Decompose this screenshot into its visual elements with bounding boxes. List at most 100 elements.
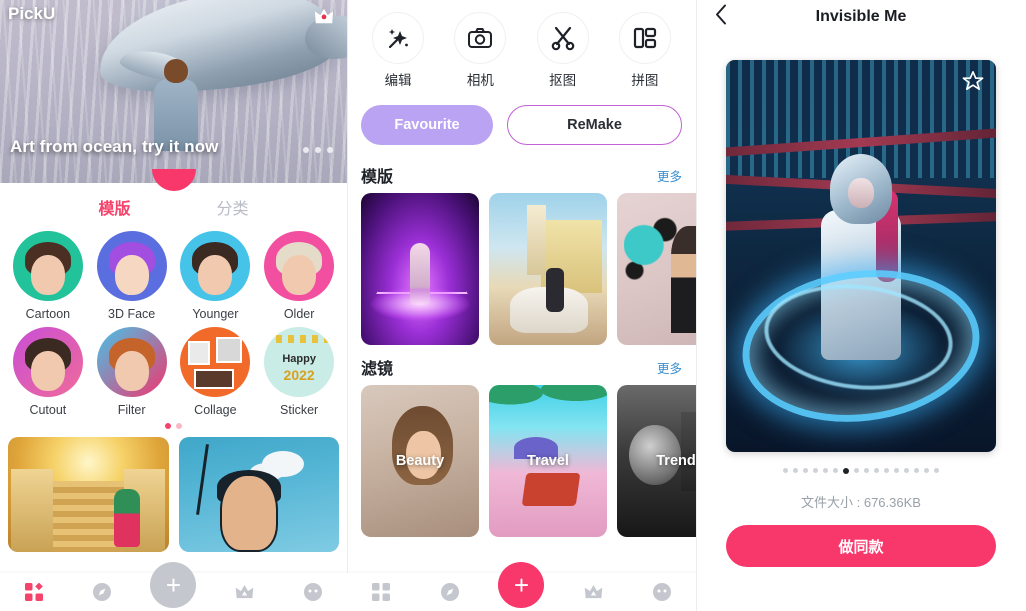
tool-camera[interactable]: 相机 xyxy=(447,12,513,89)
category-row: Cutout Filter Collage Happy 2022 Sticker xyxy=(6,327,341,417)
category-filter[interactable]: Filter xyxy=(94,327,170,417)
template-card-splash-portrait[interactable] xyxy=(617,193,696,345)
preview-image[interactable] xyxy=(726,60,996,452)
nav-compass-icon[interactable] xyxy=(430,577,470,607)
preview-dot[interactable] xyxy=(864,468,869,473)
filter-label: Travel xyxy=(527,453,569,469)
panel-discover-screen: 编辑 相机 抠图 拼图 Favourite ReMake 模版 更多 滤镜 更多… xyxy=(347,0,696,611)
preview-dot[interactable] xyxy=(924,468,929,473)
collage-grid-icon xyxy=(618,12,671,64)
category-collage[interactable]: Collage xyxy=(177,327,253,417)
preview-dot[interactable] xyxy=(874,468,879,473)
panel-detail-screen: Invisible Me 文件大小: 676.36KB 做同款 xyxy=(696,0,1026,611)
remake-button[interactable]: ReMake xyxy=(507,105,682,145)
nav-crown-icon[interactable] xyxy=(225,577,265,607)
template-card-neon-triangle[interactable] xyxy=(361,193,479,345)
favourite-button[interactable]: Favourite xyxy=(361,105,493,145)
category-thumb xyxy=(12,327,83,397)
preview-carousel-dots[interactable] xyxy=(726,468,996,474)
preview-dot[interactable] xyxy=(793,468,798,473)
category-grid: Cartoon 3D Face Younger Older Cutout Fil… xyxy=(0,227,347,429)
nav-grid-icon[interactable] xyxy=(14,577,54,607)
screenshot-stage: PickU Art from ocean, try it now 模版 分类 C… xyxy=(0,0,1026,611)
category-cartoon[interactable]: Cartoon xyxy=(10,231,86,321)
category-label: Collage xyxy=(194,403,237,417)
preview-dot[interactable] xyxy=(813,468,818,473)
preview-dot[interactable] xyxy=(783,468,788,473)
section-more-link[interactable]: 更多 xyxy=(657,166,682,185)
tool-label: 抠图 xyxy=(549,73,577,88)
tab-categories[interactable]: 分类 xyxy=(217,195,249,219)
tool-cutout[interactable]: 抠图 xyxy=(530,12,596,89)
tab-templates[interactable]: 模版 xyxy=(98,195,130,219)
template-card-cuba-car[interactable] xyxy=(489,193,607,345)
page-dot[interactable] xyxy=(176,423,182,429)
crown-icon[interactable] xyxy=(313,6,335,26)
category-older[interactable]: Older xyxy=(261,231,337,321)
promo-card-stairs-temple[interactable] xyxy=(8,437,169,552)
nav-grid-icon[interactable] xyxy=(361,577,401,607)
tool-collage[interactable]: 拼图 xyxy=(612,12,678,89)
nav-crown-icon[interactable] xyxy=(573,577,613,607)
category-thumb xyxy=(96,327,167,397)
nav-smiley-icon[interactable] xyxy=(293,577,333,607)
category-label: Cutout xyxy=(29,403,67,417)
section-more-link[interactable]: 更多 xyxy=(657,358,682,377)
filter-card-trend[interactable]: Trend xyxy=(617,385,696,537)
category-label: Sticker xyxy=(280,403,319,417)
promo-card-comic-portrait[interactable] xyxy=(178,437,339,552)
preview-dot[interactable] xyxy=(823,468,828,473)
preview-dot[interactable] xyxy=(934,468,939,473)
nav-smiley-icon[interactable] xyxy=(642,577,682,607)
section-header-filters: 滤镜 更多 xyxy=(347,345,696,385)
filter-label: Beauty xyxy=(395,453,445,469)
nav-plus-fab[interactable]: + xyxy=(498,562,545,608)
banner-dot[interactable] xyxy=(315,147,321,153)
plus-icon: + xyxy=(513,570,530,600)
category-thumb xyxy=(180,327,251,397)
camera-icon xyxy=(454,12,507,64)
filter-card-travel[interactable]: Travel xyxy=(489,385,607,537)
filter-card-beauty[interactable]: Beauty xyxy=(361,385,479,537)
preview-dot[interactable] xyxy=(904,468,909,473)
panel-divider xyxy=(347,0,348,611)
panel-home-screen: PickU Art from ocean, try it now 模版 分类 C… xyxy=(0,0,347,611)
banner-dot[interactable] xyxy=(327,147,333,153)
plus-icon: + xyxy=(165,570,182,600)
filter-label: Trend xyxy=(656,453,696,469)
banner-dot[interactable] xyxy=(303,147,309,153)
magic-wand-icon xyxy=(372,12,425,64)
preview-dot[interactable] xyxy=(884,468,889,473)
category-younger[interactable]: Younger xyxy=(177,231,253,321)
star-outline-icon[interactable] xyxy=(962,70,984,96)
chevron-left-icon[interactable] xyxy=(714,4,728,31)
banner-title: Art from ocean, try it now xyxy=(10,137,219,156)
preview-dot[interactable] xyxy=(833,468,838,473)
preview-dot[interactable] xyxy=(914,468,919,473)
tool-row: 编辑 相机 抠图 拼图 xyxy=(347,0,696,93)
preview-dot[interactable] xyxy=(854,468,859,473)
category-cutout[interactable]: Cutout xyxy=(10,327,86,417)
hero-banner[interactable]: PickU Art from ocean, try it now xyxy=(0,0,347,183)
template-card-row xyxy=(347,193,696,345)
promo-row xyxy=(0,429,347,552)
banner-carousel-dots[interactable] xyxy=(303,147,333,153)
category-row: Cartoon 3D Face Younger Older xyxy=(6,231,341,321)
tool-edit[interactable]: 编辑 xyxy=(365,12,431,89)
category-label: Filter xyxy=(117,403,146,417)
page-dot[interactable] xyxy=(165,423,171,429)
section-title: 模版 xyxy=(361,169,394,186)
category-thumb xyxy=(12,231,83,301)
preview-dot-active[interactable] xyxy=(843,468,849,474)
tool-label: 拼图 xyxy=(631,73,659,88)
category-3d-face[interactable]: 3D Face xyxy=(94,231,170,321)
make-same-button[interactable]: 做同款 xyxy=(726,525,996,567)
category-label: Older xyxy=(283,307,315,321)
figure-face xyxy=(848,178,874,209)
nav-compass-icon[interactable] xyxy=(82,577,122,607)
section-title: 滤镜 xyxy=(361,361,394,378)
preview-dot[interactable] xyxy=(894,468,899,473)
nav-plus-fab[interactable]: + xyxy=(150,562,197,608)
preview-dot[interactable] xyxy=(803,468,808,473)
category-sticker[interactable]: Happy 2022 Sticker xyxy=(261,327,337,417)
